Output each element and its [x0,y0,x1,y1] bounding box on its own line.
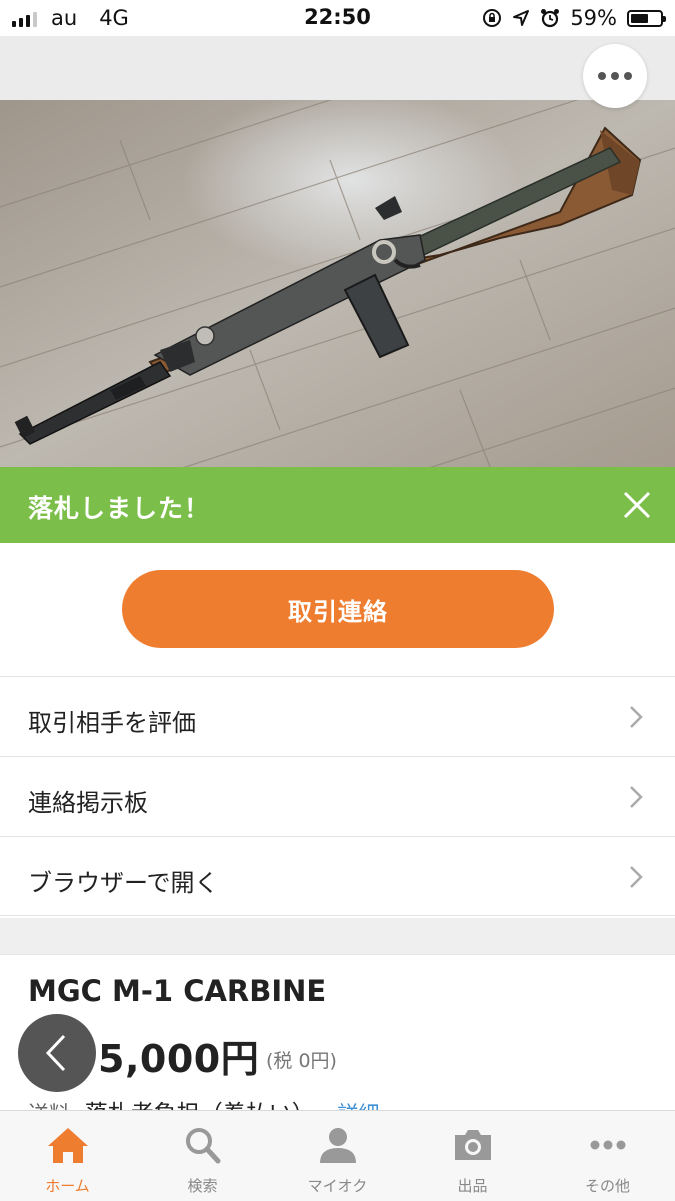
more-horizontal-icon [590,1140,625,1150]
home-icon [47,1128,88,1163]
header-bar [0,36,675,100]
tab-label: マイオク [307,1177,368,1195]
battery-percent: 59% [570,6,617,30]
item-title: MGC M-1 CARBINE [28,974,327,1008]
action-menu: 取引相手を評価 連絡掲示板 ブラウザーで開く [0,676,675,916]
menu-item-rate-partner[interactable]: 取引相手を評価 [0,676,675,756]
tab-label: 出品 [457,1177,488,1195]
user-icon [319,1128,356,1163]
more-dot [611,72,619,80]
menu-item-label: 取引相手を評価 [28,709,196,737]
product-photo[interactable] [0,100,675,467]
camera-icon [454,1130,491,1160]
tab-label: その他 [584,1177,630,1195]
menu-item-message-board[interactable]: 連絡掲示板 [0,756,675,836]
tab-label: 検索 [187,1177,218,1195]
chevron-right-icon [630,866,643,888]
close-icon[interactable] [621,489,653,521]
item-price: 5,000円 [98,1037,260,1081]
tab-bar: ホーム 検索 マイオク 出品 その他 [0,1110,675,1201]
tab-my-auction[interactable]: マイオク [270,1111,405,1201]
tab-sell[interactable]: 出品 [405,1111,540,1201]
location-icon [513,10,530,26]
status-right: 59% [482,6,666,30]
battery-level-fill [631,13,648,23]
back-button[interactable] [18,1014,96,1092]
item-tax: (税 0円) [266,1050,337,1072]
tab-search[interactable]: 検索 [135,1111,270,1201]
more-options-button[interactable] [583,44,647,108]
battery-icon [627,9,666,27]
tab-other[interactable]: その他 [540,1111,675,1201]
orientation-lock-icon [483,9,502,27]
more-dot [598,72,606,80]
banner-message: 落札しました！ [28,494,211,523]
tab-home[interactable]: ホーム [0,1111,135,1201]
chevron-right-icon [630,786,643,808]
tab-label: ホーム [45,1177,90,1195]
menu-item-label: 連絡掲示板 [28,789,148,817]
status-bar: au 4G 22:50 59% [0,0,675,36]
product-image [0,100,675,467]
section-divider [0,918,675,955]
chevron-right-icon [630,706,643,728]
menu-item-label: ブラウザーで開く [28,869,219,897]
success-banner: 落札しました！ [0,467,675,543]
transaction-contact-button[interactable]: 取引連絡 [122,570,554,648]
chevron-left-icon [45,1034,66,1072]
more-dot [624,72,632,80]
search-icon [185,1128,220,1164]
menu-item-open-browser[interactable]: ブラウザーで開く [0,836,675,916]
alarm-icon [541,9,560,28]
